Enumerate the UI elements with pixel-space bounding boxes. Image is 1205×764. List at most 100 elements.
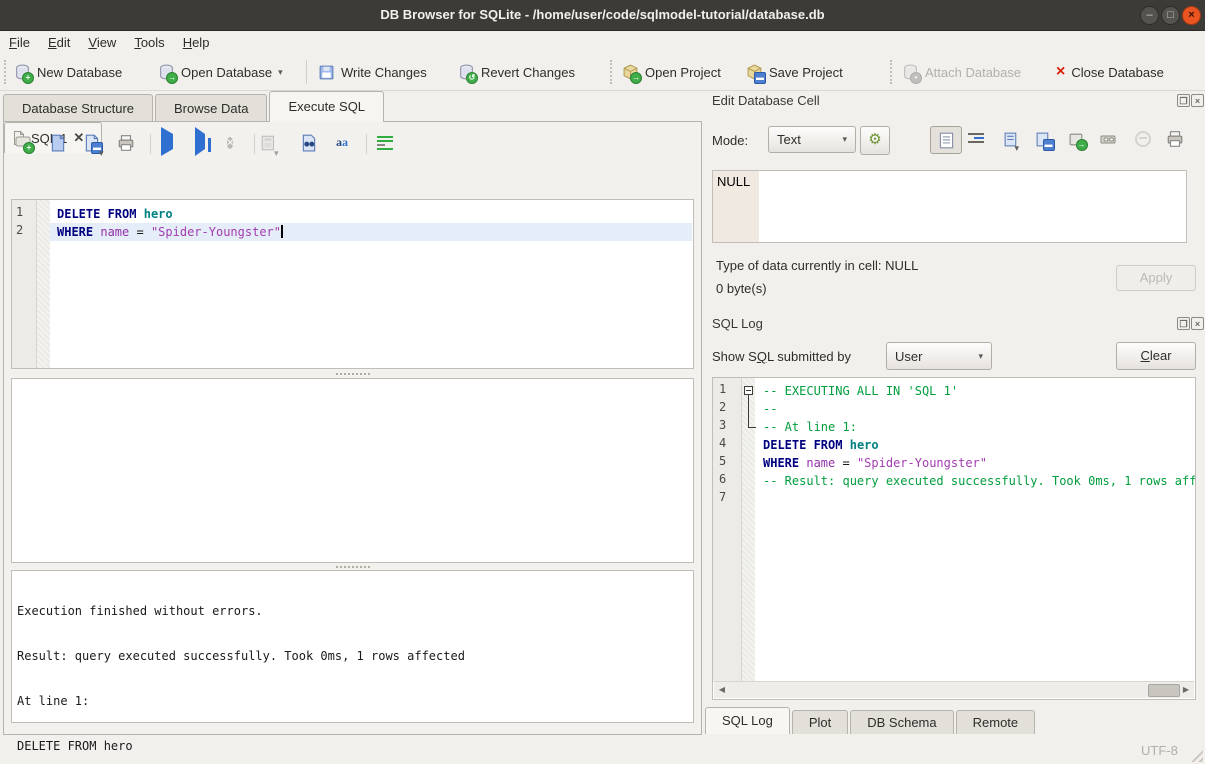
menu-help[interactable]: Help	[174, 33, 219, 52]
log-horizontal-scrollbar[interactable]: ◀ ▶	[714, 681, 1194, 698]
open-project-button[interactable]: → Open Project	[622, 58, 721, 86]
menu-tools[interactable]: Tools	[125, 33, 173, 52]
tab-browse-data[interactable]: Browse Data	[155, 94, 267, 122]
save-results-icon[interactable]: ▾	[260, 134, 282, 156]
log-filter-select[interactable]: User▾	[886, 342, 992, 370]
find-icon[interactable]	[300, 134, 322, 156]
toolbar-grip[interactable]	[4, 60, 9, 84]
save-project-label: Save Project	[769, 65, 843, 80]
execute-all-icon[interactable]	[156, 134, 178, 156]
close-dock-icon[interactable]: ×	[1191, 317, 1204, 330]
copy-link-button[interactable]	[1096, 126, 1122, 152]
execution-status-pane[interactable]: Execution finished without errors. Resul…	[11, 570, 694, 723]
dock-tab-remote[interactable]: Remote	[956, 710, 1036, 734]
auto-apply-button[interactable]: ⚙	[860, 126, 890, 155]
scroll-right-icon[interactable]: ▶	[1178, 682, 1194, 697]
log-line-number-gutter: 1 2 3 4 5 6 7	[713, 378, 742, 682]
dock-tab-plot[interactable]: Plot	[792, 710, 848, 734]
menu-view[interactable]: View	[79, 33, 125, 52]
code-line-2: WHERE name = "Spider-Youngster"	[50, 223, 692, 241]
text-cursor	[281, 225, 283, 238]
set-null-button[interactable]	[1130, 126, 1156, 152]
results-pane[interactable]	[11, 378, 694, 563]
link-icon	[1100, 132, 1118, 146]
new-database-button[interactable]: + New Database	[14, 58, 122, 86]
titlebar[interactable]: DB Browser for SQLite - /home/user/code/…	[0, 0, 1205, 31]
revert-changes-button[interactable]: ↺ Revert Changes	[458, 58, 575, 86]
attach-database-icon: •	[902, 64, 919, 81]
sql-log-view[interactable]: 1 2 3 4 5 6 7 -- EXECUTING ALL IN 'SQL 1…	[712, 377, 1196, 700]
menu-file[interactable]: File	[0, 33, 39, 52]
write-changes-button[interactable]: Write Changes	[318, 58, 427, 86]
close-dock-icon[interactable]: ×	[1191, 94, 1204, 107]
log-line-3: -- At line 1:	[755, 418, 1195, 436]
toolbar-separator	[306, 60, 307, 84]
close-database-button[interactable]: × Close Database	[1056, 58, 1164, 86]
clear-log-button[interactable]: Clear	[1116, 342, 1196, 370]
log-line-5: WHERE name = "Spider-Youngster"	[755, 454, 1195, 472]
stop-execution-icon[interactable]: ×	[224, 134, 246, 156]
save-sql-file-icon[interactable]: ▬ ▾	[83, 134, 105, 156]
status-line: DELETE FROM hero	[17, 739, 688, 754]
word-wrap-button[interactable]	[964, 126, 990, 152]
save-project-button[interactable]: ▬ Save Project	[746, 58, 843, 86]
menu-edit[interactable]: Edit	[39, 33, 79, 52]
text-mode-button[interactable]	[930, 126, 962, 154]
cell-editor[interactable]: NULL	[712, 170, 1187, 243]
encoding-indicator[interactable]: UTF-8	[1141, 743, 1178, 758]
dock-tabbar: SQL Log Plot DB Schema Remote	[705, 708, 1205, 734]
print-sql-icon[interactable]	[117, 134, 139, 156]
new-sql-tab-icon[interactable]: +	[15, 134, 37, 156]
chevron-down-icon: ▾	[842, 134, 847, 145]
format-sql-icon[interactable]: aa	[336, 134, 358, 156]
editor-code[interactable]: DELETE FROM hero WHERE name = "Spider-Yo…	[50, 205, 692, 241]
scroll-left-icon[interactable]: ◀	[714, 682, 730, 697]
execute-line-icon[interactable]	[190, 134, 212, 156]
log-line-4: DELETE FROM hero	[755, 436, 1195, 454]
scrollbar-thumb[interactable]	[1148, 684, 1180, 697]
write-changes-label: Write Changes	[341, 65, 427, 80]
export-cell-data-button[interactable]: ▬	[1030, 126, 1056, 152]
sql-editor[interactable]: 1 2 DELETE FROM hero WHERE name = "Spide…	[11, 199, 694, 369]
fold-collapse-icon[interactable]	[744, 386, 753, 395]
line-number: 2	[719, 400, 737, 418]
toolbar-grip[interactable]	[610, 60, 615, 84]
cell-mode-select[interactable]: Text▾	[768, 126, 856, 153]
float-dock-icon[interactable]: ❐	[1177, 317, 1190, 330]
dock-tab-sql-log[interactable]: SQL Log	[705, 707, 790, 734]
tab-database-structure[interactable]: Database Structure	[3, 94, 153, 122]
editor-results-splitter[interactable]	[11, 371, 694, 376]
document-icon	[939, 132, 954, 149]
main-tabbar: Database Structure Browse Data Execute S…	[3, 91, 703, 122]
print-cell-button[interactable]	[1162, 126, 1188, 152]
line-number: 3	[719, 418, 737, 436]
open-database-button[interactable]: → Open Database ▾	[158, 58, 283, 86]
toolbar: + New Database → Open Database ▾ Write C…	[0, 54, 1205, 91]
import-cell-data-button[interactable]: ▾	[998, 126, 1024, 152]
gear-icon: ⚙	[868, 131, 881, 148]
open-project-icon: →	[622, 64, 639, 81]
open-database-label: Open Database	[181, 65, 272, 80]
maximize-button[interactable]: □	[1161, 6, 1180, 25]
line-number: 1	[719, 382, 737, 400]
close-button[interactable]: ×	[1182, 6, 1201, 25]
cell-type-info: Type of data currently in cell: NULL	[716, 258, 918, 273]
results-status-splitter[interactable]	[11, 564, 694, 569]
dock-tab-db-schema[interactable]: DB Schema	[850, 710, 953, 734]
toolbar-grip[interactable]	[890, 60, 895, 84]
new-database-label: New Database	[37, 65, 122, 80]
cell-content: NULL	[717, 174, 750, 189]
toggle-display-icon[interactable]	[374, 134, 396, 156]
line-number: 1	[16, 205, 34, 223]
apply-button[interactable]: Apply	[1116, 265, 1196, 291]
resize-grip[interactable]	[1190, 749, 1203, 762]
float-dock-icon[interactable]: ❐	[1177, 94, 1190, 107]
sql-toolbar-separator	[366, 134, 367, 154]
minimize-button[interactable]: –	[1140, 6, 1159, 25]
attach-database-button[interactable]: • Attach Database	[902, 58, 1021, 86]
revert-changes-icon: ↺	[458, 64, 475, 81]
open-in-external-button[interactable]: →	[1063, 126, 1089, 152]
open-database-dropdown[interactable]: ▾	[278, 67, 283, 78]
tab-execute-sql[interactable]: Execute SQL	[269, 91, 384, 122]
open-sql-file-icon[interactable]	[49, 134, 71, 156]
